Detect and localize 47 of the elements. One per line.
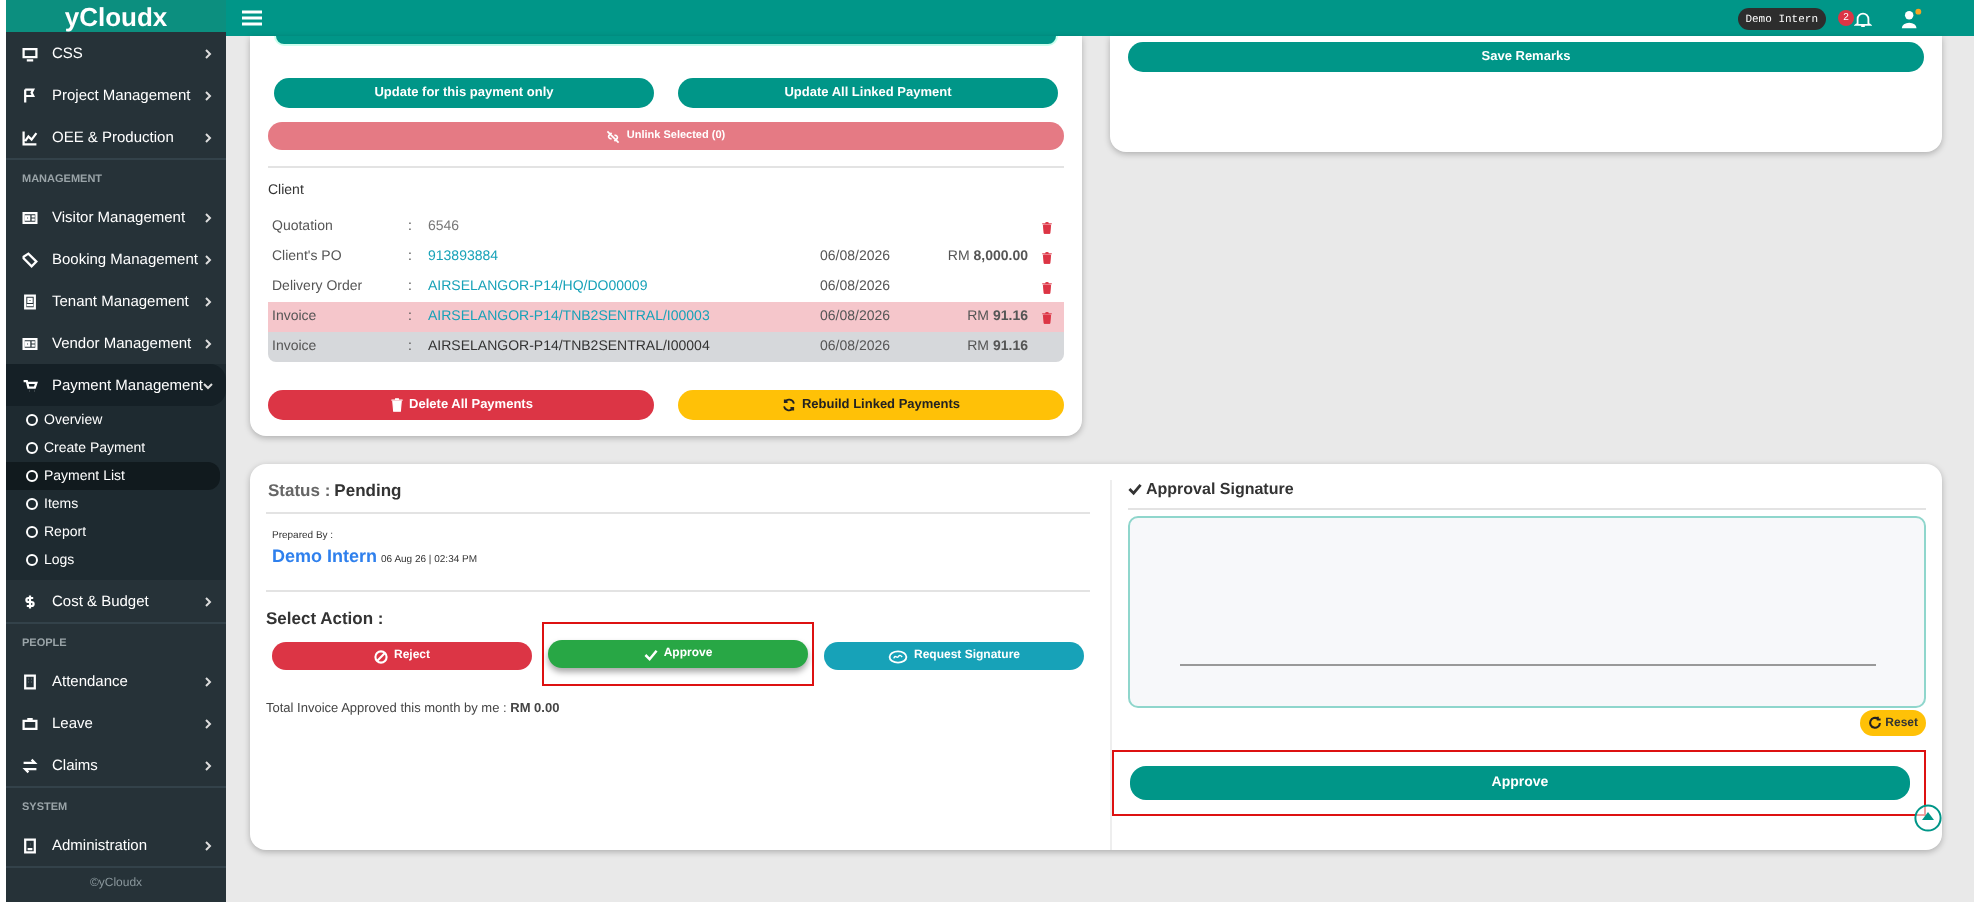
id-card-icon — [22, 335, 38, 351]
chevron-right-icon — [202, 47, 214, 59]
status-label: Status : — [268, 480, 331, 500]
ticket-icon — [22, 251, 38, 267]
chevron-right-icon — [202, 759, 214, 771]
line-chart-icon — [22, 129, 38, 145]
user-icon[interactable] — [1900, 7, 1922, 29]
scroll-top-icon[interactable] — [1914, 804, 1942, 832]
chevron-right-icon — [202, 295, 214, 307]
building-icon — [22, 673, 38, 689]
portrait-icon — [22, 293, 38, 309]
menu-icon[interactable] — [242, 10, 262, 26]
user-card-icon — [22, 837, 38, 853]
bell-icon[interactable] — [1854, 9, 1872, 27]
trash-icon[interactable] — [1041, 251, 1051, 263]
unlink-icon — [606, 129, 621, 143]
chevron-down-icon — [202, 379, 215, 391]
trash-icon — [389, 398, 404, 412]
chevron-right-icon — [202, 337, 214, 349]
select-action-heading: Select Action : — [266, 608, 386, 628]
chevron-right-icon — [202, 211, 214, 223]
swap-icon — [22, 757, 38, 773]
chevron-right-icon — [202, 717, 214, 729]
status-value: Pending — [334, 480, 402, 500]
dollar-icon — [22, 593, 38, 609]
flag-icon — [22, 87, 38, 103]
signature-heading: Approval Signature — [1146, 480, 1294, 498]
chevron-right-icon — [202, 675, 214, 687]
chevron-right-icon — [202, 131, 214, 143]
check-icon — [1128, 482, 1142, 496]
refresh-icon — [781, 398, 796, 412]
chevron-right-icon — [202, 839, 214, 851]
ban-icon — [373, 649, 388, 663]
monitor-icon — [22, 45, 38, 61]
chevron-right-icon — [202, 253, 214, 265]
refresh-icon — [1867, 716, 1882, 730]
briefcase-icon — [22, 715, 38, 731]
preparer-name[interactable]: Demo Intern — [272, 546, 378, 566]
signature-icon — [887, 649, 908, 663]
chevron-right-icon — [202, 595, 214, 607]
check-icon — [643, 647, 658, 661]
trash-icon[interactable] — [1041, 221, 1051, 233]
id-card-icon — [22, 209, 38, 225]
chevron-right-icon — [202, 89, 214, 101]
trash-icon[interactable] — [1041, 281, 1051, 293]
cart-icon — [22, 377, 38, 393]
trash-icon[interactable] — [1041, 311, 1051, 323]
